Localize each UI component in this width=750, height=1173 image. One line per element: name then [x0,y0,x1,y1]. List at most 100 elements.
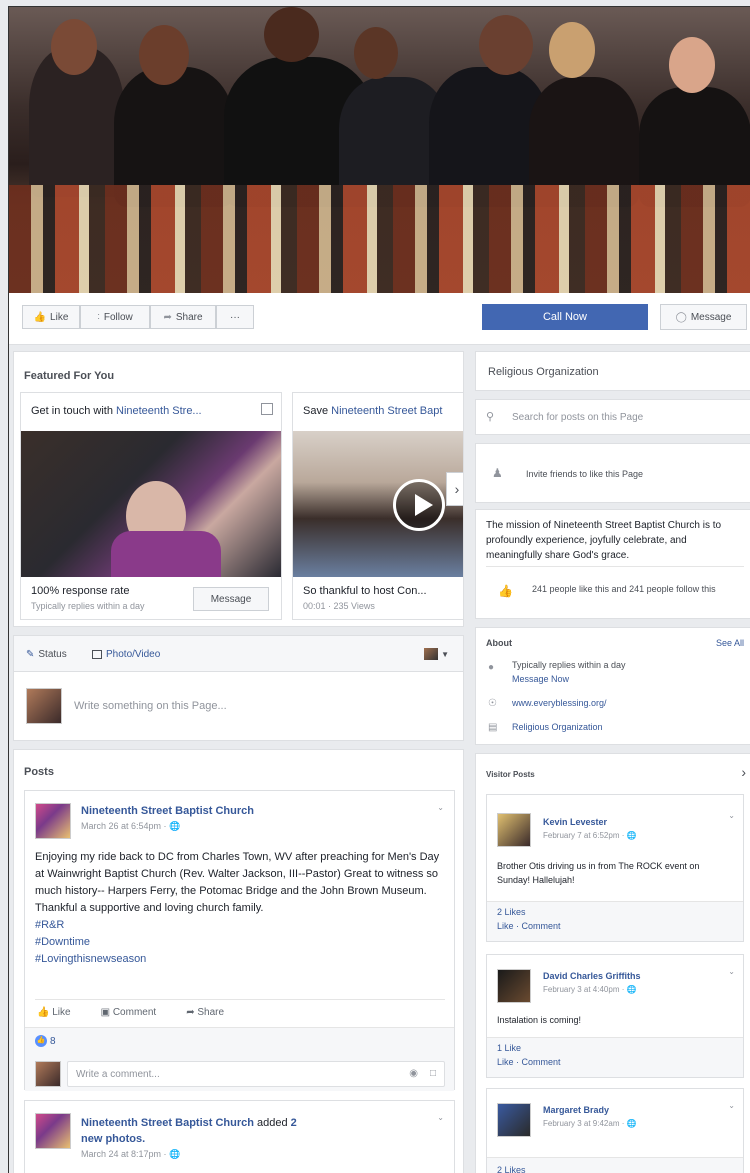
featured-title: Featured For You [24,370,115,382]
caret-down-icon: ▼ [441,649,449,659]
like-button[interactable]: 👍 Like [22,305,80,329]
message-label: Message [690,311,732,323]
post-share-button[interactable]: ➦ Share [186,1007,224,1018]
post-timestamp[interactable]: March 26 at 6:54pm · [81,821,169,831]
likes-summary[interactable]: 241 people like this and 241 people foll… [532,582,742,596]
visitor-post-body: Instalation is coming! [497,1015,582,1025]
visitor-avatar[interactable] [497,1103,531,1137]
search-icon: ⚲ [486,411,495,423]
share-button[interactable]: ➦ Share [150,305,216,329]
globe-icon: 🌐 [169,1149,181,1159]
hashtag[interactable]: #Lovingthisnewseason [35,951,146,968]
mission-card: The mission of Nineteenth Street Baptist… [475,509,750,619]
search-card[interactable]: ⚲ Search for posts on this Page [475,399,750,435]
message-now-link[interactable]: Message Now [512,674,569,684]
visitor-post: David Charles Griffiths February 3 at 4:… [486,954,744,1078]
post-options-icon[interactable]: ⌄ [728,1101,735,1110]
about-title: About [486,638,512,648]
visitor-post-likes[interactable]: 2 Likes [497,1165,526,1173]
post-hashtags: #R&R #Downtime #Lovingthisnewseason [35,917,146,968]
globe-icon: 🌐 [626,985,637,994]
more-label: ··· [230,311,240,323]
hashtag[interactable]: #R&R [35,917,146,934]
message-button[interactable]: ◯ Message [660,304,747,330]
camera-icon[interactable]: ◉ [409,1068,418,1079]
chevron-right-icon[interactable]: › [446,472,463,506]
status-tab[interactable]: ✎ Status [26,649,67,660]
hashtag[interactable]: #Downtime [35,934,146,951]
chevron-right-icon[interactable]: › [741,764,746,780]
card1-page-link[interactable]: Nineteenth Stre... [116,405,202,417]
featured-card-video[interactable]: Save Nineteenth Street Bapt So thankful … [292,392,463,620]
call-now-button[interactable]: Call Now [482,304,648,330]
featured-video-thumbnail[interactable] [293,431,463,577]
visitor-post-body: Brother Otis driving us in from The ROCK… [497,861,700,885]
mission-text: The mission of Nineteenth Street Baptist… [486,520,722,561]
play-icon[interactable] [393,479,445,531]
photo-video-tab[interactable]: Photo/Video [92,649,160,660]
see-all-link[interactable]: See All [716,638,744,648]
page-composer: ✎ Status Photo/Video ▼ Write something o… [13,635,464,741]
visitor-name[interactable]: David Charles Griffiths [543,971,641,981]
close-icon[interactable] [261,403,273,415]
reaction-count[interactable]: 👍 8 [35,1035,56,1047]
post-as-selector[interactable]: ▼ [424,648,449,660]
call-now-label: Call Now [542,311,587,323]
post-options-icon[interactable]: ⌄ [437,803,444,812]
composer-input[interactable]: Write something on this Page... [74,700,227,712]
like-reaction-icon: 👍 [35,1035,47,1047]
post-author[interactable]: Nineteenth Street Baptist Church [81,805,254,817]
share-arrow-icon: ➦ [163,311,172,323]
visitor-post-actions[interactable]: Like · Comment [497,921,561,931]
visitor-post-actions[interactable]: Like · Comment [497,1057,561,1067]
invite-card[interactable]: ♟ Invite friends to like this Page [475,443,750,503]
card1-message-button[interactable]: Message [193,587,269,611]
post-options-icon[interactable]: ⌄ [728,811,735,820]
follow-button[interactable]: ∶ Follow [80,305,150,329]
visitor-name[interactable]: Margaret Brady [543,1105,609,1115]
commenter-avatar [35,1061,61,1087]
thumbs-up-icon: 👍 [33,311,47,323]
globe-icon: ☉ [488,698,497,709]
website-link[interactable]: www.everyblessing.org/ [512,698,607,708]
video-views: 00:01 · 235 Views [303,601,375,611]
visitor-name[interactable]: Kevin Levester [543,817,607,827]
post-author[interactable]: Nineteenth Street Baptist Church [81,1117,254,1129]
featured-card-contact[interactable]: Get in touch with Nineteenth Stre... 100… [20,392,282,620]
post-timestamp[interactable]: March 24 at 8:17pm · [81,1149,169,1159]
card1-message-label: Message [210,593,252,605]
visitor-avatar[interactable] [497,969,531,1003]
visitor-posts-title: Visitor Posts [486,770,535,779]
post-like-button[interactable]: 👍 Like [37,1007,71,1018]
post-author-avatar[interactable] [35,803,71,839]
rss-icon: ∶ [97,311,100,323]
globe-icon: 🌐 [626,1119,637,1128]
invite-text[interactable]: Invite friends to like this Page [526,469,643,479]
visitor-post-likes[interactable]: 1 Like [497,1043,521,1053]
post-author-avatar[interactable] [35,1113,71,1149]
sticker-icon[interactable]: □ [430,1068,436,1079]
visitor-post-likes[interactable]: 2 Likes [497,907,526,917]
card2-page-link[interactable]: Nineteenth Street Bapt [331,405,442,417]
visitor-posts-section: Visitor Posts › Kevin Levester February … [475,753,750,1173]
visitor-post-time[interactable]: February 3 at 4:40pm · [543,985,627,994]
page-avatar-mini [424,648,439,660]
visitor-post-time[interactable]: February 7 at 6:52pm · [543,831,627,840]
card2-prefix: Save [303,405,332,417]
visitor-post-time[interactable]: February 3 at 9:42am · [543,1119,627,1128]
post-options-icon[interactable]: ⌄ [728,967,735,976]
post-options-icon[interactable]: ⌄ [437,1113,444,1122]
visitor-avatar[interactable] [497,813,531,847]
like-label: Like [50,311,69,323]
reply-time: Typically replies within a day [31,601,145,611]
post-comment-button[interactable]: ▣ Comment [101,1007,157,1018]
more-button[interactable]: ··· [216,305,254,329]
search-input[interactable]: Search for posts on this Page [512,412,643,423]
pencil-icon: ✎ [26,649,35,660]
photo-icon [92,650,102,659]
comment-input[interactable]: Write a comment... ◉ □ [67,1061,445,1087]
page-category[interactable]: Religious Organization [488,366,599,378]
post-body: Enjoying my ride back to DC from Charles… [35,851,440,914]
category-link[interactable]: Religious Organization [512,722,603,732]
share-label: Share [175,311,203,323]
